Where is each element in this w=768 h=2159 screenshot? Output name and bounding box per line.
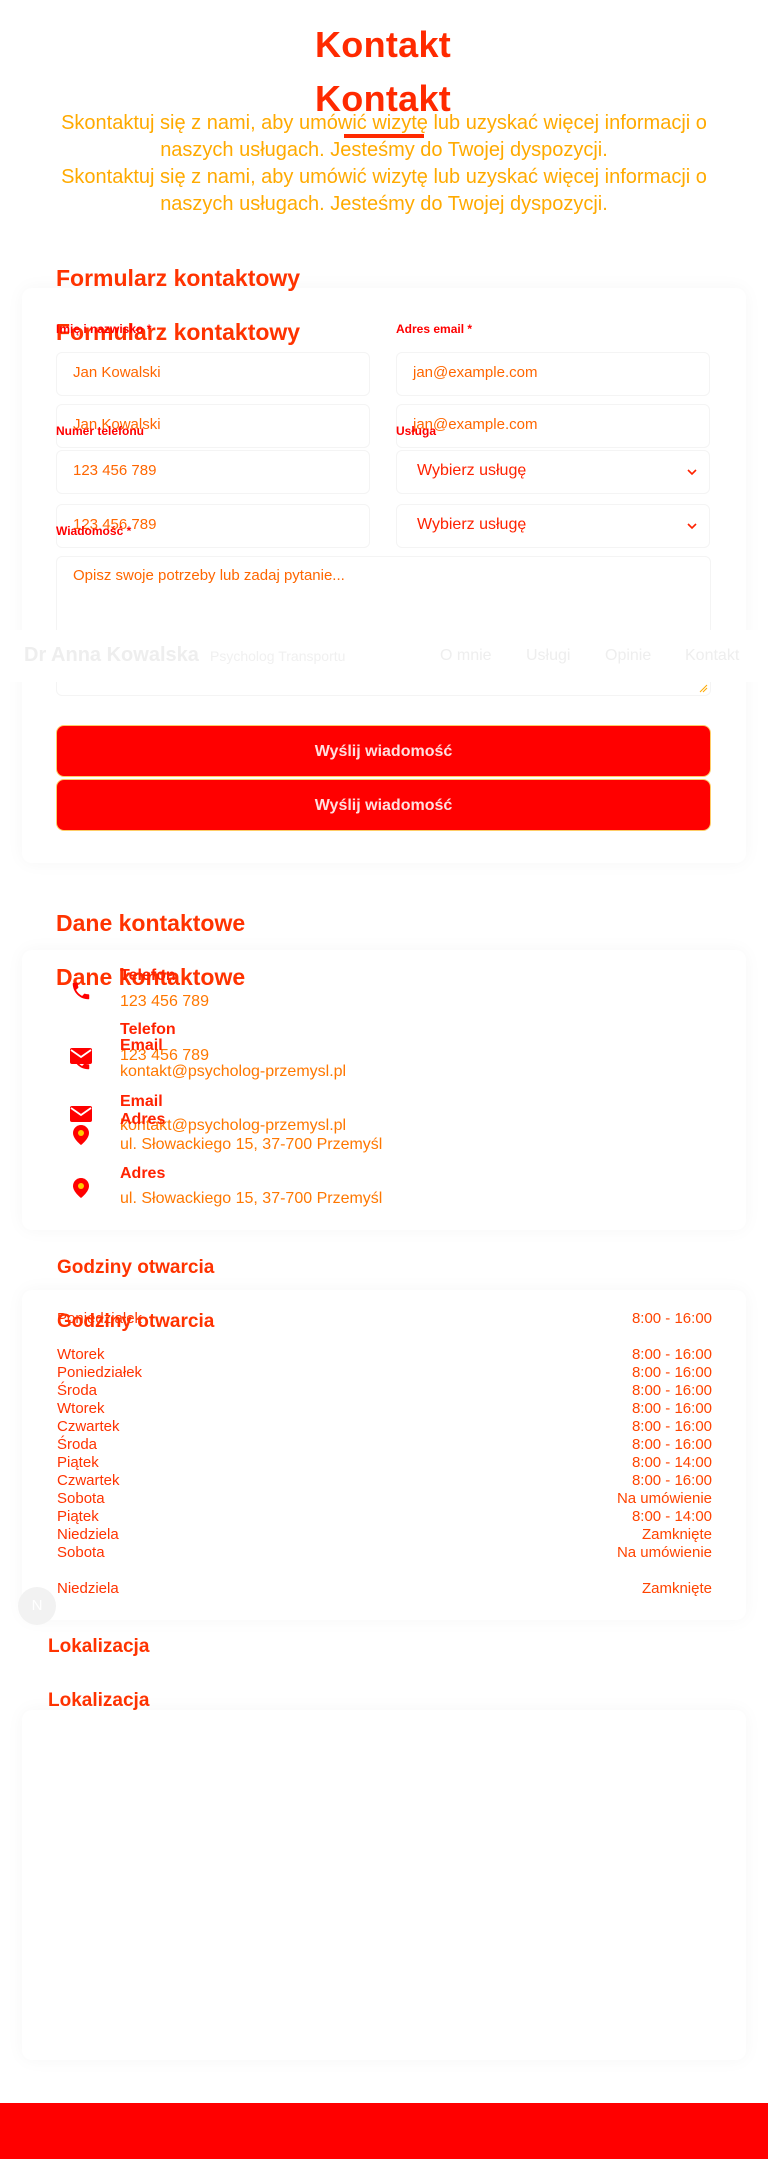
hours-time: 8:00 - 16:00 bbox=[631, 1436, 712, 1453]
email-input-ghost[interactable]: jan@example.com bbox=[396, 404, 710, 448]
envelope-icon bbox=[69, 1104, 93, 1124]
message-label: Wiadomość * bbox=[56, 524, 132, 538]
hours-row: Wtorek 8:00 - 16:00 bbox=[57, 1400, 712, 1417]
hours-day: Poniedziałek bbox=[57, 1364, 143, 1381]
contact-value-address: ul. Słowackiego 15, 37-700 Przemyśl bbox=[120, 1190, 383, 1207]
navbar-brand[interactable]: Dr Anna Kowalska bbox=[24, 644, 199, 667]
contact-title: Dane kontaktowe bbox=[56, 910, 246, 936]
hours-row: Sobota Na umówienie bbox=[57, 1544, 712, 1561]
hours-time: 8:00 - 16:00 bbox=[631, 1364, 712, 1381]
service-select-ghost[interactable]: Wybierz usługę bbox=[396, 504, 710, 548]
service-selected-ghost: Wybierz usługę bbox=[417, 516, 527, 533]
contact-value-email-ghost[interactable]: kontakt@psycholog-przemysl.pl bbox=[120, 1063, 346, 1081]
page-subtitle-ghost: Skontaktuj się z nami, aby umówić wizytę… bbox=[61, 166, 707, 215]
hours-day: Piątek bbox=[57, 1454, 99, 1471]
submit-button[interactable]: Wyślij wiadomość bbox=[56, 725, 711, 777]
footer bbox=[0, 2103, 768, 2159]
hours-day: Piątek bbox=[57, 1508, 99, 1525]
nav-link-o-mnie[interactable]: O mnie bbox=[440, 647, 492, 665]
hours-row: Wtorek 8:00 - 16:00 bbox=[57, 1346, 712, 1363]
hours-row: Czwartek 8:00 - 16:00 bbox=[57, 1472, 712, 1489]
hours-day: Wtorek bbox=[57, 1346, 105, 1363]
page-title: Kontakt bbox=[315, 24, 452, 65]
email-label: Adres email * bbox=[396, 322, 473, 336]
hours-time: 8:00 - 16:00 bbox=[631, 1310, 712, 1327]
chevron-down-icon bbox=[685, 519, 699, 533]
envelope-icon bbox=[69, 1046, 93, 1066]
hours-time: Na umówienie bbox=[616, 1490, 712, 1507]
hours-time: Na umówienie bbox=[616, 1544, 712, 1561]
hours-time: 8:00 - 16:00 bbox=[631, 1382, 712, 1399]
contact-label-email: Email bbox=[120, 1093, 163, 1110]
page-subtitle: Skontaktuj się z nami, aby umówić wizytę… bbox=[61, 112, 707, 161]
nav-link-kontakt[interactable]: Kontakt bbox=[685, 647, 739, 665]
phone-label: Numer telefonu bbox=[56, 424, 145, 438]
hours-time: 8:00 - 14:00 bbox=[631, 1454, 712, 1471]
map-embed[interactable] bbox=[22, 1710, 746, 2060]
contact-value-address-ghost: ul. Słowackiego 15, 37-700 Przemyśl bbox=[120, 1136, 383, 1153]
name-label: Imię i nazwisko * bbox=[56, 322, 152, 336]
contact-details-card bbox=[22, 950, 746, 1230]
form-title: Formularz kontaktowy bbox=[56, 265, 301, 291]
hours-day: Niedziela bbox=[57, 1580, 119, 1597]
hours-title: Godziny otwarcia bbox=[57, 1257, 215, 1278]
phone-input[interactable]: 123 456 789 bbox=[56, 450, 370, 494]
phone-placeholder: 123 456 789 bbox=[73, 462, 157, 479]
hours-row: Środa 8:00 - 16:00 bbox=[57, 1382, 712, 1399]
hours-day: Wtorek bbox=[57, 1400, 105, 1417]
hours-day: Środa bbox=[57, 1436, 98, 1453]
hours-row: Poniedziałek 8:00 - 16:00 bbox=[57, 1364, 712, 1381]
hours-row: Niedziela Zamknięte bbox=[57, 1580, 712, 1597]
contact-label-email-ghost: Email bbox=[120, 1037, 163, 1054]
hours-day: Środa bbox=[57, 1382, 98, 1399]
contact-label-address: Adres bbox=[120, 1165, 166, 1182]
map-pin-icon bbox=[72, 1124, 90, 1146]
hours-row: Środa 8:00 - 16:00 bbox=[57, 1436, 712, 1453]
hours-time: 8:00 - 16:00 bbox=[631, 1472, 712, 1489]
phone-icon bbox=[70, 980, 92, 1002]
nav-link-opinie[interactable]: Opinie bbox=[605, 647, 651, 665]
contact-label-ghost: Telefon bbox=[120, 967, 176, 984]
nav-link-uslugi[interactable]: Usługi bbox=[526, 647, 570, 665]
resize-handle-icon[interactable] bbox=[698, 683, 708, 693]
hours-time: Zamknięte bbox=[641, 1526, 712, 1543]
hours-time: 8:00 - 16:00 bbox=[631, 1346, 712, 1363]
map-pin-icon bbox=[72, 1177, 90, 1199]
service-label: Usługa bbox=[396, 424, 437, 438]
hours-row: Sobota Na umówienie bbox=[57, 1490, 712, 1507]
hours-row: Czwartek 8:00 - 16:00 bbox=[57, 1418, 712, 1435]
location-title-ghost: Lokalizacja bbox=[48, 1690, 150, 1711]
hours-time: 8:00 - 16:00 bbox=[631, 1400, 712, 1417]
hours-row-ghost: Poniedziałek 8:00 - 16:00 bbox=[57, 1310, 712, 1327]
floating-badge[interactable]: N bbox=[18, 1587, 56, 1625]
service-selected: Wybierz usługę bbox=[417, 462, 527, 479]
hours-row: Piątek 8:00 - 14:00 bbox=[57, 1508, 712, 1525]
location-title: Lokalizacja bbox=[48, 1636, 150, 1657]
hours-row: Niedziela Zamknięte bbox=[57, 1526, 712, 1543]
hours-day: Czwartek bbox=[57, 1472, 120, 1489]
hours-time: Zamknięte bbox=[641, 1580, 712, 1597]
hours-day: Sobota bbox=[57, 1490, 105, 1507]
hours-time: 8:00 - 16:00 bbox=[631, 1418, 712, 1435]
email-input[interactable]: jan@example.com bbox=[396, 352, 710, 396]
navbar: Dr Anna Kowalska Psycholog Transportu O … bbox=[0, 630, 768, 682]
service-select[interactable]: Wybierz usługę bbox=[396, 450, 710, 494]
email-placeholder: jan@example.com bbox=[413, 364, 538, 381]
chevron-down-icon bbox=[685, 465, 699, 479]
hours-day: Poniedziałek bbox=[57, 1310, 143, 1327]
submit-button-ghost[interactable]: Wyślij wiadomość bbox=[56, 779, 711, 831]
message-placeholder: Opisz swoje potrzeby lub zadaj pytanie..… bbox=[73, 567, 345, 584]
hours-day: Czwartek bbox=[57, 1418, 120, 1435]
hours-day: Sobota bbox=[57, 1544, 105, 1561]
hours-day: Niedziela bbox=[57, 1526, 119, 1543]
hours-time: 8:00 - 14:00 bbox=[631, 1508, 712, 1525]
name-input[interactable]: Jan Kowalski bbox=[56, 352, 370, 396]
navbar-tagline: Psycholog Transportu bbox=[210, 648, 346, 664]
contact-value-ghost: 123 456 789 bbox=[120, 993, 209, 1010]
contact-label-address-ghost: Adres bbox=[120, 1111, 166, 1128]
hours-row: Piątek 8:00 - 14:00 bbox=[57, 1454, 712, 1471]
name-placeholder: Jan Kowalski bbox=[73, 364, 161, 381]
